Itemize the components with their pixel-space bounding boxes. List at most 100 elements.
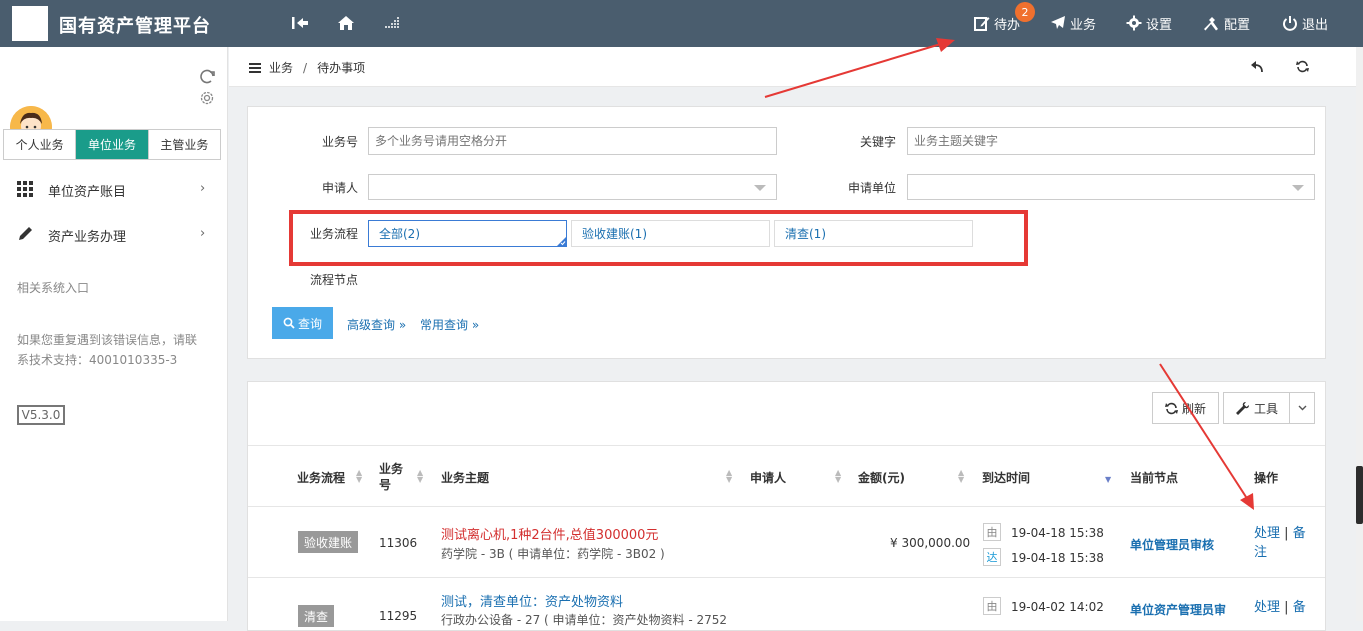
tab-personal[interactable]: 个人业务: [4, 130, 77, 159]
query-button-label: 查询: [297, 316, 322, 331]
col-arrival-time[interactable]: 到达时间: [982, 469, 1030, 486]
nav-config[interactable]: 配置: [1202, 13, 1250, 33]
paper-plane-icon: [1051, 16, 1065, 29]
sort-icon[interactable]: ▲ ▼: [417, 469, 423, 484]
support-message-line1: 如果您重复遇到该错误信息，请联: [17, 333, 198, 347]
scrollbar-track[interactable]: [1356, 47, 1363, 621]
subject-link[interactable]: 测试离心机,1种2台件,总值300000元: [441, 524, 658, 543]
sidebar-item-asset-business[interactable]: 资产业务办理 ›: [0, 214, 228, 254]
menu-icon[interactable]: [249, 62, 261, 73]
col-applicant[interactable]: 申请人: [750, 469, 786, 486]
row-actions: 处理 | 备 注: [1254, 524, 1306, 562]
settings-cog-icon[interactable]: [199, 90, 215, 109]
applicant-label: 申请人: [321, 181, 358, 195]
subject-link[interactable]: 测试，清查单位：资产处物资料: [441, 591, 623, 610]
flow-tag: 验收建账: [298, 531, 358, 553]
current-node-link[interactable]: 单位管理员审核: [1130, 536, 1214, 553]
process-link[interactable]: 处理: [1254, 600, 1280, 615]
flow-node-label: 流程节点: [309, 273, 358, 287]
scrollbar-thumb[interactable]: [1356, 466, 1363, 524]
advanced-query-link[interactable]: 高级查询 »: [347, 316, 406, 333]
breadcrumb-bar: 业务 / 待办事项: [229, 47, 1357, 87]
table-header-top-border: [248, 445, 1325, 446]
caret-down-icon: [1292, 185, 1304, 191]
sort-icon[interactable]: ▲ ▼: [835, 469, 841, 484]
support-message-line2: 系技术支持：4001010335-3: [17, 353, 178, 367]
breadcrumb-item-business[interactable]: 业务: [269, 59, 293, 76]
collapse-sidebar-icon[interactable]: [289, 12, 311, 34]
from-time: 19-04-18 15:38: [1011, 526, 1104, 540]
sidebar-item-label: 资产业务办理: [48, 230, 127, 245]
from-tag: 由: [983, 597, 1001, 615]
nav-business[interactable]: 业务: [1050, 13, 1096, 33]
caret-down-icon: [754, 185, 766, 191]
applicant-select[interactable]: [368, 174, 777, 200]
logo: [12, 6, 48, 41]
gear-icon: [1126, 15, 1142, 31]
annotation-highlight-box: [289, 210, 1028, 266]
refresh-button-label: 刷新: [1181, 401, 1206, 416]
tools-button-label: 工具: [1253, 401, 1278, 416]
subject-sub-info: 行政办公设备 - 27 ( 申请单位：资产处物资料 - 2752: [441, 613, 728, 627]
chevron-right-icon: ›: [200, 181, 206, 196]
sort-icon[interactable]: ▲ ▼: [958, 469, 964, 484]
tab-unit[interactable]: 单位业务: [76, 130, 149, 159]
tools-icon: [1204, 17, 1218, 31]
col-biz-no[interactable]: 业务号: [379, 461, 409, 493]
table-header-bottom-border: [248, 506, 1325, 507]
breadcrumb: 业务 / 待办事项: [249, 59, 365, 76]
arrive-time: 19-04-18 15:38: [1011, 551, 1104, 565]
nav-settings-label: 设置: [1146, 17, 1173, 33]
app-title: 国有资产管理平台: [59, 16, 211, 37]
related-systems-title: 相关系统入口: [17, 281, 90, 295]
pencil-icon: [17, 226, 33, 246]
subject-sub-info: 药学院 - 3B ( 申请单位：药学院 - 3B02 ): [441, 547, 665, 561]
nav-business-label: 业务: [1070, 17, 1097, 33]
nav-settings[interactable]: 设置: [1126, 13, 1172, 33]
action-separator: |: [1284, 600, 1289, 615]
current-node-link[interactable]: 单位资产管理员审: [1130, 601, 1226, 618]
refresh-icon: [1164, 402, 1178, 414]
from-tag: 由: [983, 523, 1001, 541]
process-link[interactable]: 处理: [1254, 526, 1280, 541]
tab-supervisor[interactable]: 主管业务: [148, 130, 220, 159]
col-actions: 操作: [1254, 471, 1279, 485]
tools-dropdown-toggle[interactable]: [1289, 392, 1315, 424]
applicant-unit-select[interactable]: [907, 174, 1315, 200]
chevron-down-icon: [1298, 405, 1306, 411]
remark-link[interactable]: 备: [1293, 600, 1306, 615]
refresh-button[interactable]: 刷新: [1152, 392, 1219, 424]
remark-link-wrap[interactable]: 注: [1254, 545, 1267, 560]
sidebar-item-unit-asset-ledger[interactable]: 单位资产账目 ›: [0, 169, 228, 209]
home-icon[interactable]: [335, 12, 357, 34]
top-bar: 国有资产管理平台 待办 2 业务 设置 配置 退出: [0, 0, 1363, 47]
common-query-link[interactable]: 常用查询 »: [420, 316, 479, 333]
action-separator: |: [1284, 526, 1289, 541]
sidebar-item-label: 单位资产账目: [48, 185, 127, 200]
col-flow[interactable]: 业务流程: [297, 469, 345, 486]
breadcrumb-item-todo: 待办事项: [317, 61, 366, 75]
biz-no-input[interactable]: [368, 127, 777, 155]
refresh-icon[interactable]: [198, 68, 216, 89]
nav-todo[interactable]: 待办: [974, 13, 1020, 33]
remark-link[interactable]: 备: [1293, 526, 1306, 541]
keyword-input[interactable]: [907, 127, 1315, 155]
search-icon: [283, 317, 295, 329]
query-button[interactable]: 查询: [272, 307, 333, 339]
wrench-icon: [1235, 401, 1249, 415]
col-subject[interactable]: 业务主题: [441, 469, 489, 486]
sort-icon[interactable]: ▲ ▼: [356, 469, 362, 484]
row-actions: 处理 | 备: [1254, 598, 1306, 617]
power-icon: [1283, 16, 1297, 31]
tools-button[interactable]: 工具: [1223, 392, 1290, 424]
apps-dots-icon[interactable]: [381, 12, 403, 34]
row-divider: [248, 577, 1325, 578]
sort-icon[interactable]: ▲ ▼: [726, 469, 732, 484]
col-amount[interactable]: 金额(元): [858, 469, 905, 486]
sort-desc-icon[interactable]: ▼: [1105, 476, 1111, 484]
back-icon[interactable]: [1250, 60, 1264, 76]
breadcrumb-separator: /: [303, 60, 308, 75]
reload-icon[interactable]: [1296, 60, 1309, 76]
amount-cell: ¥ 300,000.00: [890, 536, 971, 550]
nav-logout[interactable]: 退出: [1282, 13, 1328, 33]
